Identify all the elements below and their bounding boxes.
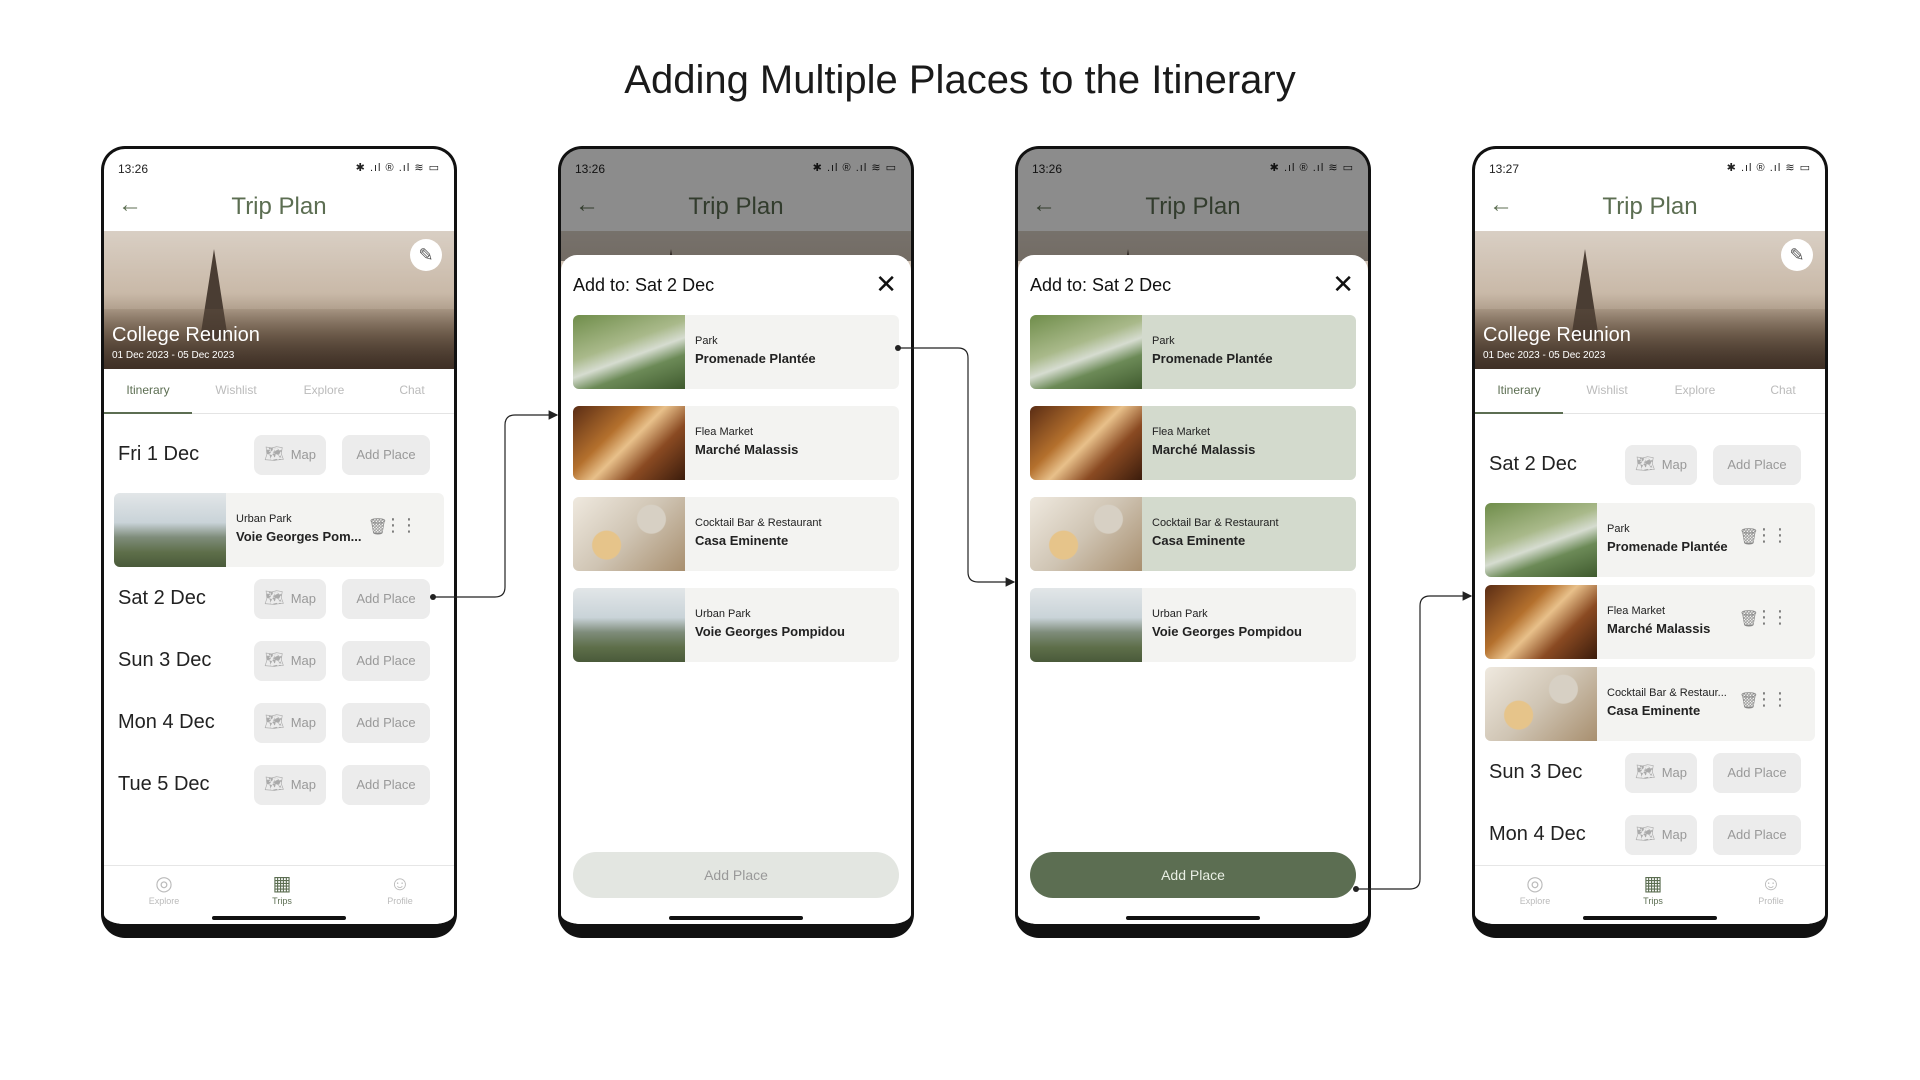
flow-connectors <box>430 345 1473 892</box>
connector-arrow <box>898 347 1016 587</box>
connector-arrow <box>433 410 559 598</box>
connector-arrow <box>1356 591 1473 890</box>
